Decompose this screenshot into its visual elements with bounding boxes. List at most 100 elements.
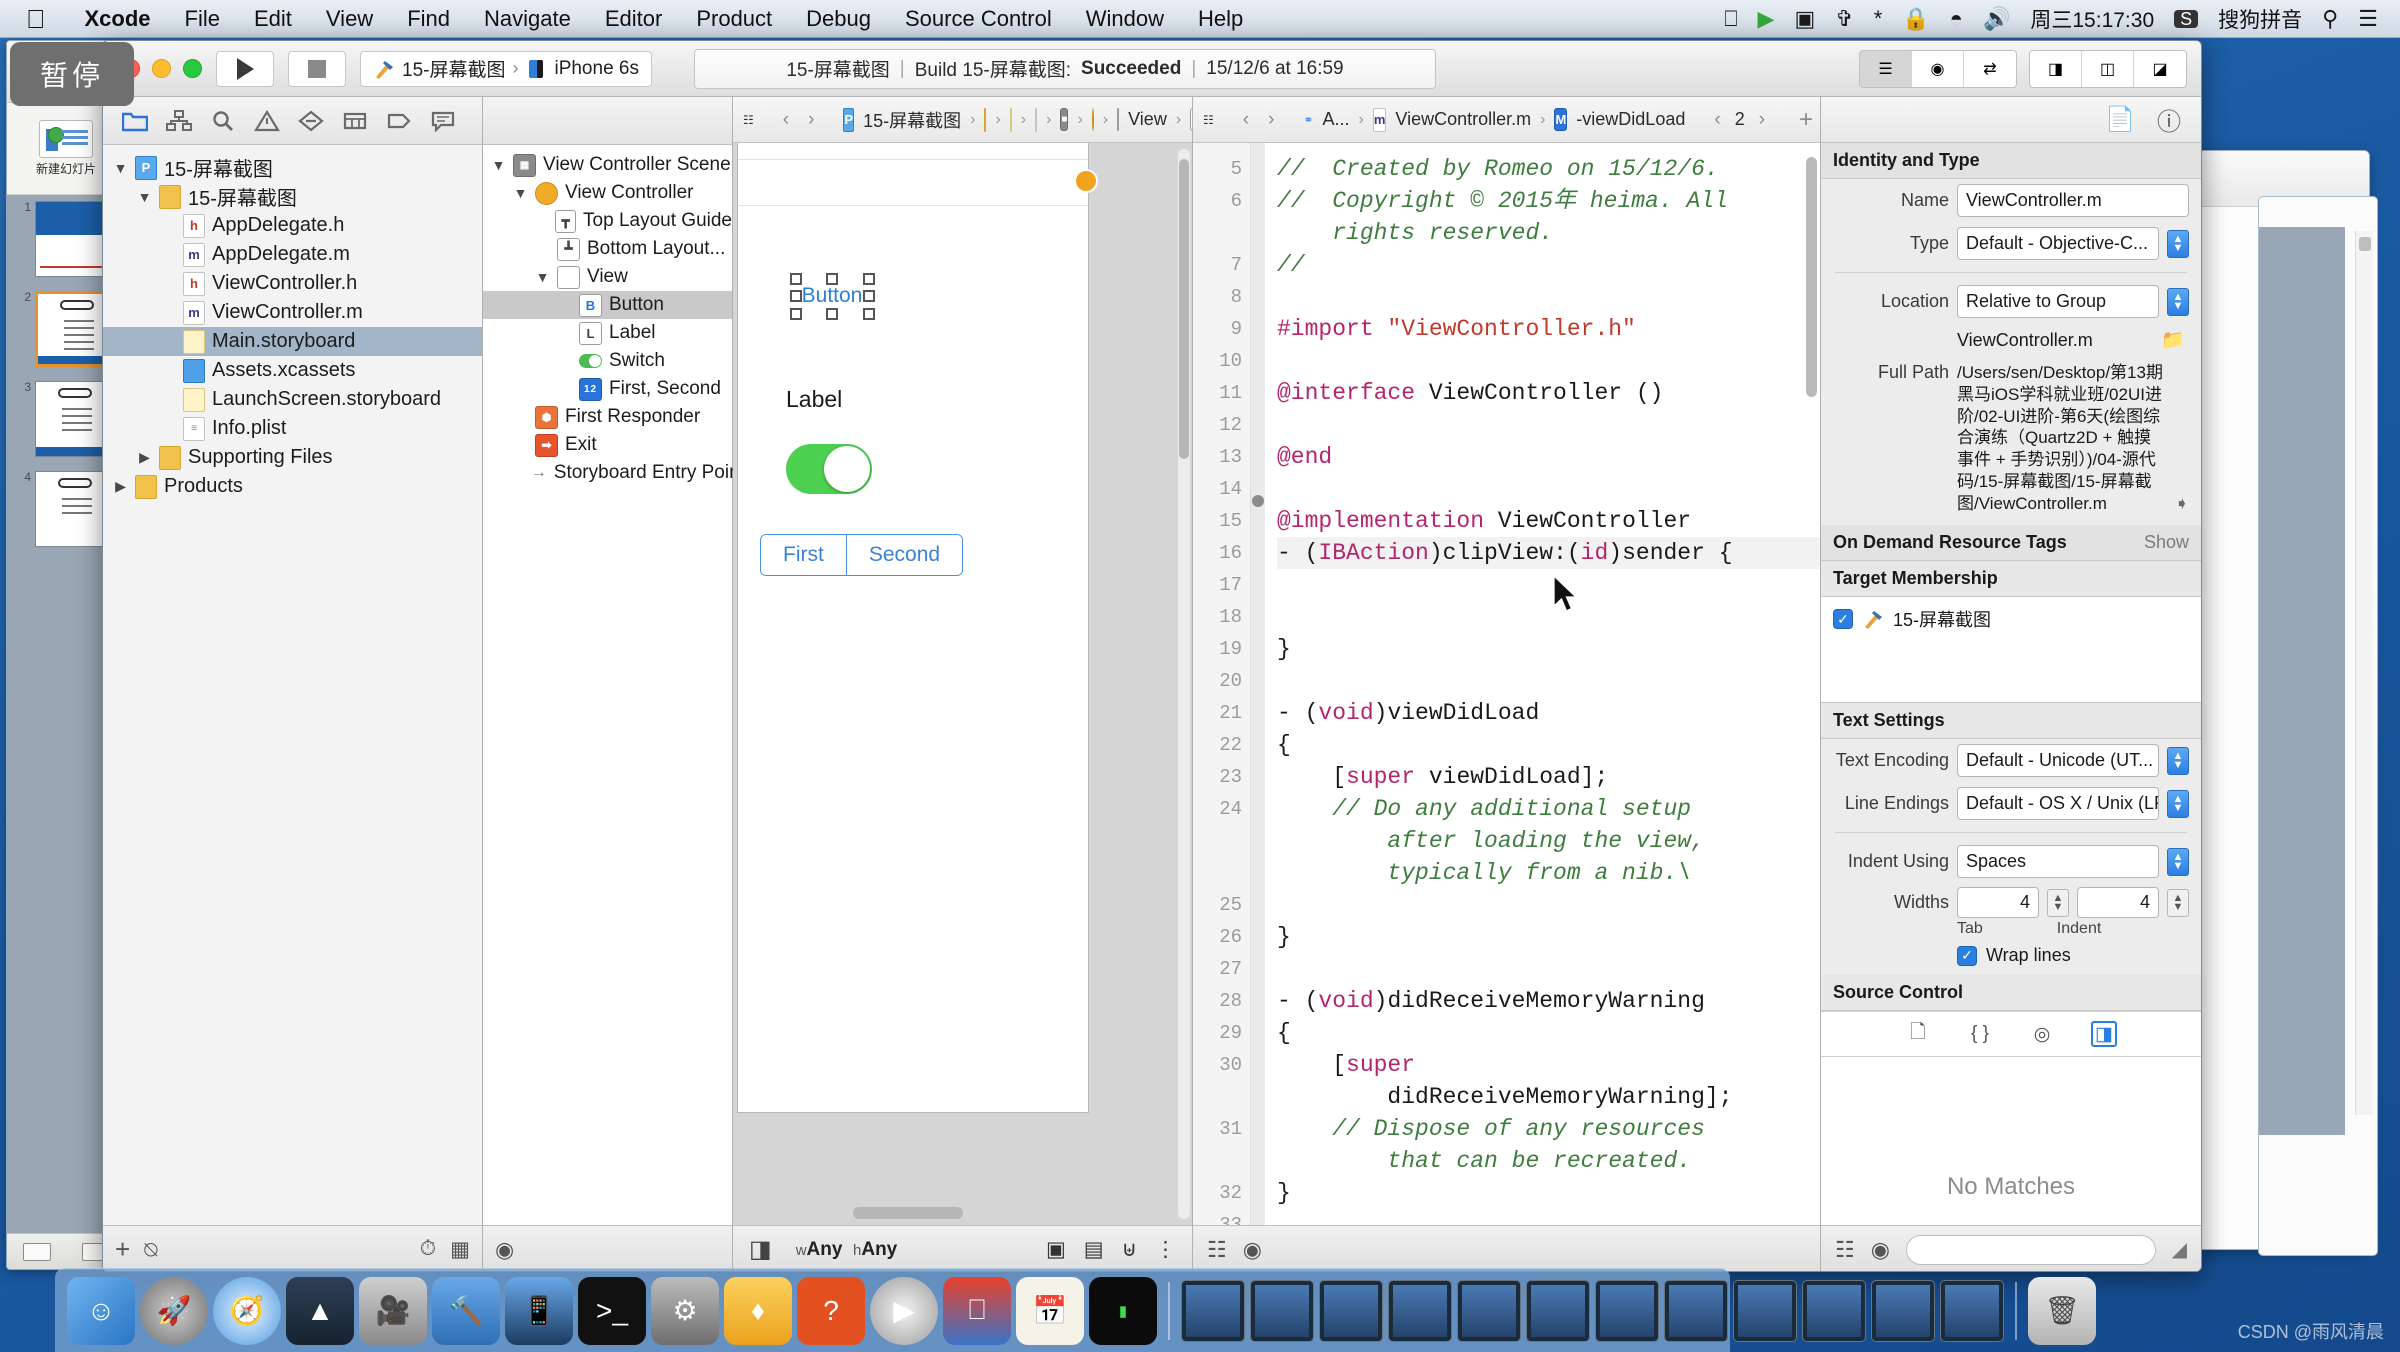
minimized-window[interactable] [1181,1280,1245,1342]
resolve-issues-icon[interactable]: ⋮ [1155,1237,1176,1262]
code-line[interactable] [1277,345,1820,377]
editor-jump-bar[interactable]: ☷ ‹ › ⚭ A... › m ViewController.m › M -v… [1193,97,1820,143]
navigator-footer[interactable]: + ⍉ ⏱ ▦ [103,1225,482,1272]
code-line[interactable] [1277,953,1820,985]
menu-item-product[interactable]: Product [679,6,789,32]
menu-item-find[interactable]: Find [390,6,467,32]
menu-item-file[interactable]: File [168,6,237,32]
minimized-window[interactable] [1388,1280,1452,1342]
disclosure-triangle-open-icon[interactable]: ▼ [113,160,128,176]
document-outline-toggle-icon[interactable]: ◨ [749,1235,772,1264]
navigator-item-viewcontroller.m[interactable]: ▶mViewController.m [103,298,482,327]
quick-help-icon[interactable]: ⓘ [2157,102,2181,137]
screen-record-icon[interactable]: ▣ [1794,8,1815,30]
code-line[interactable] [1277,281,1820,313]
code-line[interactable]: - (IBAction)clipView:(id)sender { [1277,537,1820,569]
location-select[interactable]: Relative to Group [1957,285,2159,318]
scene-icon[interactable]: ■ [1060,108,1068,131]
navigator-item-viewcontroller.h[interactable]: ▶hViewController.h [103,269,482,298]
breakpoint-gutter[interactable] [1251,143,1265,1225]
appstore-icon[interactable]: ▲ [286,1277,354,1345]
resize-handle[interactable] [863,273,875,285]
breakpoint-navigator-icon[interactable] [377,101,421,141]
launchpad-icon[interactable]: 🚀 [140,1277,208,1345]
code-line[interactable]: [super didReceiveMemoryWarning]; [1277,1049,1820,1113]
canvas-scroll-area[interactable]: Button Label First [733,143,1192,1225]
code-line[interactable]: @implementation ViewController [1277,505,1820,537]
assistant-crumb[interactable]: A... [1322,109,1349,130]
location-file-row[interactable]: ViewController.m 📁 [1821,323,2201,357]
navigator-item-15[interactable]: ▼P15-屏幕截图 [103,153,482,182]
code-line[interactable]: @interface ViewController () [1277,377,1820,409]
disclosure-triangle-open-icon[interactable]: ▼ [535,269,550,285]
standard-editor-icon[interactable]: ☰ [1860,51,1912,87]
related-files-icon[interactable]: ☷ [1203,108,1214,132]
resize-handle[interactable] [863,290,875,302]
add-assistant-icon[interactable]: + [1794,106,1818,134]
inspector-content[interactable]: Identity and Type Name ViewController.m … [1821,143,2201,1225]
segment-first[interactable]: First [761,535,847,575]
navigator-tab-bar[interactable] [103,97,482,145]
view-controller-preview[interactable]: Button Label First [737,143,1089,1113]
version-editor-icon[interactable]: ⇄ [1964,51,2016,87]
filter-icon[interactable]: ⍉ [144,1237,157,1263]
related-files-icon[interactable]: ☷ [743,108,754,132]
code-line[interactable]: #import "ViewController.h" [1277,313,1820,345]
help-circle-icon[interactable]: ◉ [1871,1237,1890,1263]
disclosure-triangle-open-icon[interactable]: ▼ [513,185,528,201]
scrollbar-horizontal[interactable] [853,1207,963,1219]
code-line[interactable]: - (void)didReceiveMemoryWarning [1277,985,1820,1017]
terminal-icon[interactable]: >_ [578,1277,646,1345]
chevron-updown-icon[interactable]: ▲▼ [2167,790,2189,818]
hide-debug-icon[interactable]: ◫ [2082,51,2134,87]
outline-item-firstsecond[interactable]: ▶12First, Second [483,375,732,403]
navigator-item-15[interactable]: ▼15-屏幕截图 [103,182,482,211]
calendar-icon[interactable]: 📅 [1016,1277,1084,1345]
storyboard-icon[interactable] [1010,108,1012,132]
wifi-icon[interactable]: ◓ [1950,8,1963,30]
outline-item-label[interactable]: ▶LLabel [483,319,732,347]
type-field-row[interactable]: Type Default - Objective-C... ▲▼ [1821,222,2201,265]
volume-icon[interactable]: 🔊 [1983,8,2010,30]
symbol-navigator-icon[interactable] [157,101,201,141]
target-membership-list[interactable]: ✓ 15-屏幕截图 [1821,597,2201,703]
minimized-window[interactable] [1802,1280,1866,1342]
chevron-left-icon[interactable]: ‹ [1238,109,1254,131]
text-encoding-select[interactable]: Default - Unicode (UT... [1957,744,2159,777]
widths-row[interactable]: Widths 4 ▲▼ 4 ▲▼ [1821,883,2201,918]
reveal-in-finder-icon[interactable]: ➧ [2175,494,2189,514]
disclosure-triangle-open-icon[interactable]: ▼ [137,189,152,205]
text-encoding-row[interactable]: Text Encoding Default - Unicode (UT... ▲… [1821,739,2201,782]
outline-item-viewcontrollerscene[interactable]: ▼▦View Controller Scene [483,151,732,179]
code-line[interactable] [1277,889,1820,921]
breakpoint-marker-icon[interactable] [1252,495,1264,507]
bluetooth-icon[interactable]: * [1874,8,1883,30]
counter-prev-button[interactable]: ‹ [1709,109,1725,131]
code-line[interactable]: // Copyright © 2015年 heima. All rights r… [1277,185,1820,249]
xcode-toolbar[interactable]: 15-屏幕截图 › iPhone 6s 15-屏幕截图 | Build 15-屏… [103,41,2201,97]
canvas-jump-bar[interactable]: ☷ ‹ › P 15-屏幕截图 › › › › ■ › [733,97,1192,143]
code-line[interactable]: // Dispose of any resources that can be … [1277,1113,1820,1177]
navigator-item-info.plist[interactable]: ▶≡Info.plist [103,414,482,443]
code-line[interactable] [1277,569,1820,601]
code-line[interactable] [1277,409,1820,441]
size-class-selector[interactable]: wAny hAny [796,1239,898,1261]
disclosure-triangle-icon[interactable]: ▶ [137,449,152,466]
checkbox[interactable]: ✓ [1957,946,1977,966]
resize-handle[interactable] [863,308,875,320]
source-control-icon[interactable]: ▦ [450,1237,470,1262]
minimized-window[interactable] [1457,1280,1521,1342]
lock-icon[interactable]: 🔒 [1902,8,1929,30]
outline-item-view[interactable]: ▼View [483,263,732,291]
add-icon[interactable]: + [115,1234,130,1265]
minimized-window[interactable] [1526,1280,1590,1342]
sogou-s-icon[interactable]: S [2174,10,2198,28]
canvas-footer[interactable]: ◨ wAny hAny ▣ ▤ ⊎ ⋮ [733,1225,1192,1272]
minimized-window[interactable] [1733,1280,1797,1342]
name-field-row[interactable]: Name ViewController.m [1821,179,2201,222]
project-navigator-icon[interactable] [113,101,157,141]
run-button[interactable] [216,51,274,87]
navigator-item-appdelegate.m[interactable]: ▶mAppDelegate.m [103,240,482,269]
zoom-window-button[interactable] [183,59,202,78]
outline-footer[interactable]: ◉ [483,1225,732,1272]
